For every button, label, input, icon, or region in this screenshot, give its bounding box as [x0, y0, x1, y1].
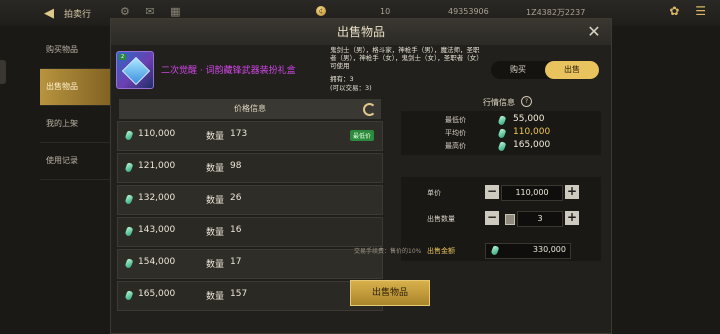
listing-qty: 157: [230, 289, 248, 299]
price-row[interactable]: 165,000 数量 157: [117, 281, 383, 311]
min-price-label: 最低价: [445, 116, 466, 124]
price-row[interactable]: 110,000 数量 173 最低价: [117, 121, 383, 151]
price-row[interactable]: 132,000 数量 26: [117, 185, 383, 215]
max-price-row: 最高价 165,000: [401, 140, 601, 154]
gem-icon: [124, 162, 134, 173]
min-price-row: 最低价 55,000: [401, 114, 601, 128]
max-price-label: 最高价: [445, 142, 466, 150]
unit-price-label: 单价: [427, 189, 441, 197]
max-price-value: 165,000: [513, 140, 551, 150]
qty-minus-button[interactable]: −: [485, 211, 499, 225]
help-icon[interactable]: ?: [521, 96, 532, 107]
quantity-label: 出售数量: [427, 215, 455, 223]
unit-price-field[interactable]: 110,000: [501, 185, 563, 201]
sell-form: 单价 − 110,000 + 出售数量 − 3 + 出售金额 330,000: [401, 177, 601, 261]
item-tradable-count: (可以交易：3): [330, 84, 372, 92]
avg-price-value: 110,000: [513, 127, 551, 137]
auction-tabs: 购买物品 出售物品 我的上架 使用记录: [40, 32, 112, 180]
tab-buy[interactable]: 购买物品: [40, 32, 112, 69]
toggle-sell[interactable]: 出售: [545, 61, 599, 79]
total-label: 出售金额: [427, 247, 455, 255]
dialog-title: 出售物品: [111, 19, 611, 45]
side-handle[interactable]: [0, 60, 6, 84]
refresh-icon[interactable]: [363, 103, 376, 116]
price-row[interactable]: 154,000 数量 17: [117, 249, 383, 279]
price-row[interactable]: 121,000 数量 98: [117, 153, 383, 183]
tab-my-listings[interactable]: 我的上架: [40, 106, 112, 143]
gem-icon: [124, 290, 134, 301]
price-minus-button[interactable]: −: [485, 185, 499, 199]
price-row[interactable]: 143,000 数量 16: [117, 217, 383, 247]
listing-price: 154,000: [138, 257, 176, 267]
qty-label: 数量: [206, 196, 225, 206]
item-name: 二次觉醒 · 词韵藏锋武器装扮礼盒: [161, 66, 296, 76]
min-price-value: 55,000: [513, 114, 545, 124]
tab-history[interactable]: 使用记录: [40, 143, 112, 180]
qty-label: 数量: [206, 292, 225, 302]
currency-2: 49353906: [448, 7, 489, 16]
gem-icon: [124, 258, 134, 269]
gem-icon: [497, 115, 507, 126]
listing-price: 121,000: [138, 161, 176, 171]
gem-icon: [124, 226, 134, 237]
currency-1: 10: [380, 7, 391, 16]
tab-sell[interactable]: 出售物品: [40, 69, 112, 106]
listing-qty: 98: [230, 161, 242, 171]
total-amount-value: 330,000: [532, 245, 566, 254]
total-amount-field: 330,000: [485, 243, 571, 259]
price-list: 110,000 数量 173 最低价 121,000 数量 98 132,000…: [117, 121, 383, 313]
gem-icon: [124, 130, 134, 141]
sell-item-button[interactable]: 出售物品: [350, 280, 430, 306]
qty-label: 数量: [206, 228, 225, 238]
listing-qty: 26: [230, 193, 242, 203]
avg-price-label: 平均价: [445, 129, 466, 137]
price-info-title: 价格信息: [234, 104, 266, 113]
qty-plus-button[interactable]: +: [565, 211, 579, 225]
price-info-header: 价格信息: [119, 99, 381, 119]
qty-label: 数量: [206, 132, 225, 142]
toolbar-icons[interactable]: ⚙ ✉ ▦: [120, 5, 186, 18]
quantity-field[interactable]: 3: [517, 211, 563, 227]
market-info-title: 行情信息: [483, 98, 515, 107]
item-badge: 2: [119, 54, 127, 60]
item-box-icon[interactable]: 2: [116, 51, 154, 89]
price-plus-button[interactable]: +: [565, 185, 579, 199]
fee-note: 交易手续费：售价的10%: [354, 248, 422, 255]
listing-qty: 17: [230, 257, 242, 267]
auction-title: 拍卖行: [64, 10, 92, 20]
gem-icon: [497, 141, 507, 152]
qty-label: 数量: [206, 164, 225, 174]
listing-price: 165,000: [138, 289, 176, 299]
avg-price-row: 平均价 110,000: [401, 127, 601, 141]
listing-qty: 173: [230, 129, 248, 139]
buy-sell-toggle: 购买 出售: [491, 61, 599, 79]
toggle-buy[interactable]: 购买: [491, 61, 545, 79]
item-gem-art: [121, 56, 151, 86]
close-icon[interactable]: ✕: [585, 23, 603, 41]
qty-label: 数量: [206, 260, 225, 270]
listing-price: 132,000: [138, 193, 176, 203]
item-description: 鬼剑士（男），格斗家，神枪手（男），魔法师，圣职者（男），神枪手（女），鬼剑士（…: [330, 46, 480, 70]
currency-3: 1Z4382万2237: [526, 8, 586, 17]
calculator-icon[interactable]: [505, 214, 515, 225]
listing-qty: 16: [230, 225, 242, 235]
gem-icon: [124, 194, 134, 205]
lowest-price-badge: 最低价: [349, 130, 374, 141]
market-info-panel: 最低价 55,000 平均价 110,000 最高价 165,000: [401, 111, 601, 155]
back-arrow-icon[interactable]: ◀: [44, 6, 54, 21]
listing-price: 110,000: [138, 129, 176, 139]
gem-icon: [490, 245, 500, 256]
gold-coin-icon: ¢: [316, 6, 326, 16]
top-right-icons[interactable]: ✿ ☰: [669, 4, 712, 18]
gem-icon: [497, 128, 507, 139]
listing-price: 143,000: [138, 225, 176, 235]
